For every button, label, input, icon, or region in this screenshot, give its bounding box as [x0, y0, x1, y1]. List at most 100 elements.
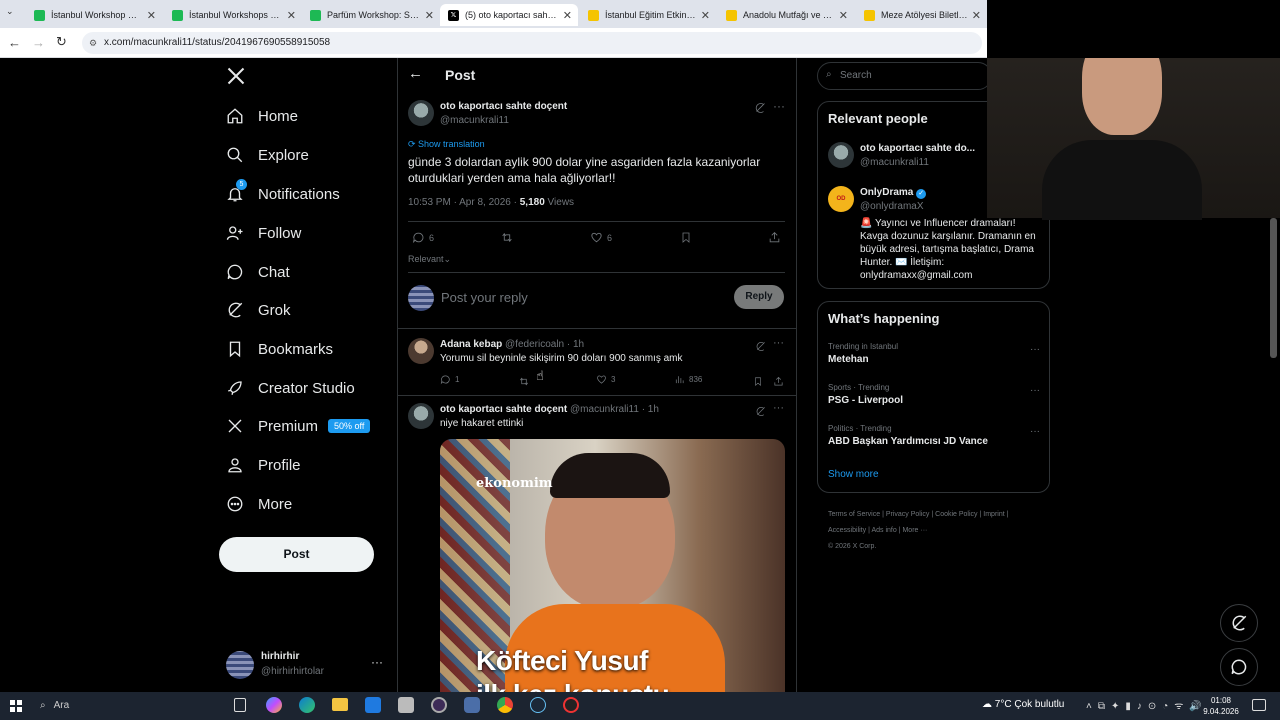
tab-3-active[interactable]: 𝕏 (5) oto kaportacı sahte do ✕: [440, 4, 578, 26]
mail-icon[interactable]: [365, 697, 381, 713]
sort-dropdown[interactable]: Relevant⌄: [408, 254, 451, 265]
account-switcher[interactable]: hirhirhir @hirhirhirtolar ···: [226, 648, 386, 682]
close-icon[interactable]: ✕: [563, 9, 572, 22]
x-logo-icon[interactable]: [226, 66, 246, 91]
post-button[interactable]: Post: [219, 537, 374, 572]
close-icon[interactable]: ✕: [287, 9, 296, 22]
windows-start-icon[interactable]: [10, 700, 22, 712]
reply-handle[interactable]: @macunkrali11 · 1h: [570, 404, 659, 415]
reply-button[interactable]: 1: [440, 374, 459, 385]
site-info-icon[interactable]: ⚙: [89, 32, 97, 54]
share-button[interactable]: [773, 374, 784, 392]
tab-4[interactable]: İstanbul Eğitim Etkinlikler ✕: [580, 4, 716, 26]
share-button[interactable]: [768, 231, 781, 249]
reply-handle[interactable]: @federicoaln · 1h: [505, 339, 584, 350]
search-input[interactable]: ⌕ Search: [817, 62, 992, 90]
footer-link[interactable]: Terms of Service: [828, 511, 880, 518]
taskview-icon[interactable]: [234, 698, 246, 712]
nav-notifications[interactable]: 5 Notifications: [226, 179, 340, 209]
footer-link[interactable]: More ···: [902, 527, 927, 534]
show-more-link[interactable]: Show more: [828, 469, 879, 480]
steam-icon[interactable]: [530, 697, 546, 713]
grok-icon[interactable]: [754, 101, 766, 119]
explorer-icon[interactable]: [332, 698, 348, 711]
reply-image[interactable]: ekonomim Köfteci Yusuf ilk kez konuştu: [440, 439, 785, 692]
tab-0[interactable]: İstanbul Workshop Etkinlik ✕: [26, 4, 162, 26]
clock[interactable]: 01:08 9.04.2026: [1200, 695, 1242, 717]
reply-author[interactable]: oto kaportacı sahte doçent: [440, 404, 567, 415]
show-translation-link[interactable]: ⟳ Show translation: [408, 139, 485, 150]
more-dots-icon[interactable]: ···: [773, 99, 785, 113]
scrollbar[interactable]: [1270, 218, 1277, 358]
app-icon[interactable]: [464, 697, 480, 713]
messages-floating-button[interactable]: [1220, 648, 1258, 686]
tab-1[interactable]: İstanbul Workshops Deri ✕: [164, 4, 302, 26]
chrome-icon[interactable]: [497, 697, 513, 713]
close-icon[interactable]: ✕: [147, 9, 156, 22]
more-dots-icon[interactable]: ···: [1030, 344, 1040, 355]
taskbar-search[interactable]: ⌕ Ara: [34, 696, 224, 716]
more-dots-icon[interactable]: ···: [773, 337, 784, 349]
nav-explore[interactable]: Explore: [226, 140, 309, 170]
grok-floating-button[interactable]: [1220, 604, 1258, 642]
footer-link[interactable]: Cookie Policy: [935, 511, 977, 518]
trend-item[interactable]: Politics · Trending ABD Başkan Yardımcıs…: [828, 424, 1040, 447]
bookmark-button[interactable]: [680, 231, 692, 249]
bookmark-button[interactable]: [753, 374, 763, 392]
notification-center-icon[interactable]: [1252, 699, 1266, 711]
more-dots-icon[interactable]: ···: [1030, 426, 1040, 437]
tab-6[interactable]: Meze Atölyesi Biletleri | b ✕: [856, 4, 987, 26]
nav-grok[interactable]: Grok: [226, 295, 291, 325]
repost-button[interactable]: [500, 231, 514, 249]
forward-icon[interactable]: →: [32, 35, 45, 50]
nav-creator-studio[interactable]: Creator Studio: [226, 373, 355, 403]
more-dots-icon[interactable]: ···: [1030, 385, 1040, 396]
post-handle[interactable]: @macunkrali11: [440, 115, 509, 126]
more-dots-icon[interactable]: ···: [371, 655, 383, 669]
nav-bookmarks[interactable]: Bookmarks: [226, 334, 333, 364]
post-author[interactable]: oto kaportacı sahte doçent: [440, 101, 567, 112]
reply-author[interactable]: Adana kebap: [440, 339, 502, 350]
nav-more[interactable]: More: [226, 489, 292, 519]
back-arrow-icon[interactable]: ←: [408, 65, 423, 82]
tab-list-button[interactable]: ⌄: [6, 6, 20, 22]
tab-2[interactable]: Parfüm Workshop: Sosyal ✕: [302, 4, 440, 26]
nav-chat[interactable]: Chat: [226, 257, 290, 287]
close-icon[interactable]: ✕: [701, 9, 710, 22]
tray-icons[interactable]: ˄⧉✦▮♪⊙◔ᯤ🔊: [1086, 698, 1208, 712]
post-time[interactable]: 10:53 PM · Apr 8, 2026 ·: [408, 197, 520, 208]
footer-link[interactable]: Ads info: [871, 527, 896, 534]
nav-premium[interactable]: Premium 50% off: [226, 411, 371, 441]
like-button[interactable]: 6: [590, 231, 612, 244]
views-button[interactable]: 836: [674, 374, 702, 385]
person-handle[interactable]: @macunkrali11: [860, 157, 929, 168]
repost-button[interactable]: [518, 374, 530, 392]
person-handle[interactable]: @onlydramaX: [860, 201, 924, 212]
nav-home[interactable]: Home: [226, 101, 298, 131]
copilot-icon[interactable]: [266, 697, 282, 713]
app-icon[interactable]: [563, 697, 579, 713]
like-button[interactable]: 3: [596, 374, 615, 385]
close-icon[interactable]: ✕: [839, 9, 848, 22]
weather-widget[interactable]: ☁ 7°C Çok bulutlu: [982, 699, 1064, 710]
address-bar[interactable]: ⚙ x.com/macunkrali11/status/204196769055…: [82, 32, 982, 54]
footer-link[interactable]: Privacy Policy: [886, 511, 930, 518]
reload-icon[interactable]: ↻: [56, 34, 67, 50]
nav-follow[interactable]: Follow: [226, 218, 301, 248]
edge-icon[interactable]: [299, 697, 315, 713]
grok-icon[interactable]: [755, 404, 766, 422]
person-name[interactable]: oto kaportacı sahte do...: [860, 143, 975, 154]
trend-item[interactable]: Trending in Istanbul Metehan ···: [828, 342, 1040, 365]
person-name[interactable]: OnlyDrama: [860, 187, 913, 198]
more-dots-icon[interactable]: ···: [773, 402, 784, 414]
back-icon[interactable]: ←: [8, 35, 21, 50]
reply-button[interactable]: Reply: [734, 285, 784, 309]
app-icon[interactable]: [398, 697, 414, 713]
close-icon[interactable]: ✕: [972, 9, 981, 22]
trend-item[interactable]: Sports · Trending PSG - Liverpool ···: [828, 383, 1040, 406]
footer-link[interactable]: Accessibility: [828, 527, 866, 534]
obs-icon[interactable]: [431, 697, 447, 713]
footer-link[interactable]: Imprint: [983, 511, 1004, 518]
nav-profile[interactable]: Profile: [226, 450, 301, 480]
tab-5[interactable]: Anadolu Mutfağı ve Yeme ✕: [718, 4, 854, 26]
